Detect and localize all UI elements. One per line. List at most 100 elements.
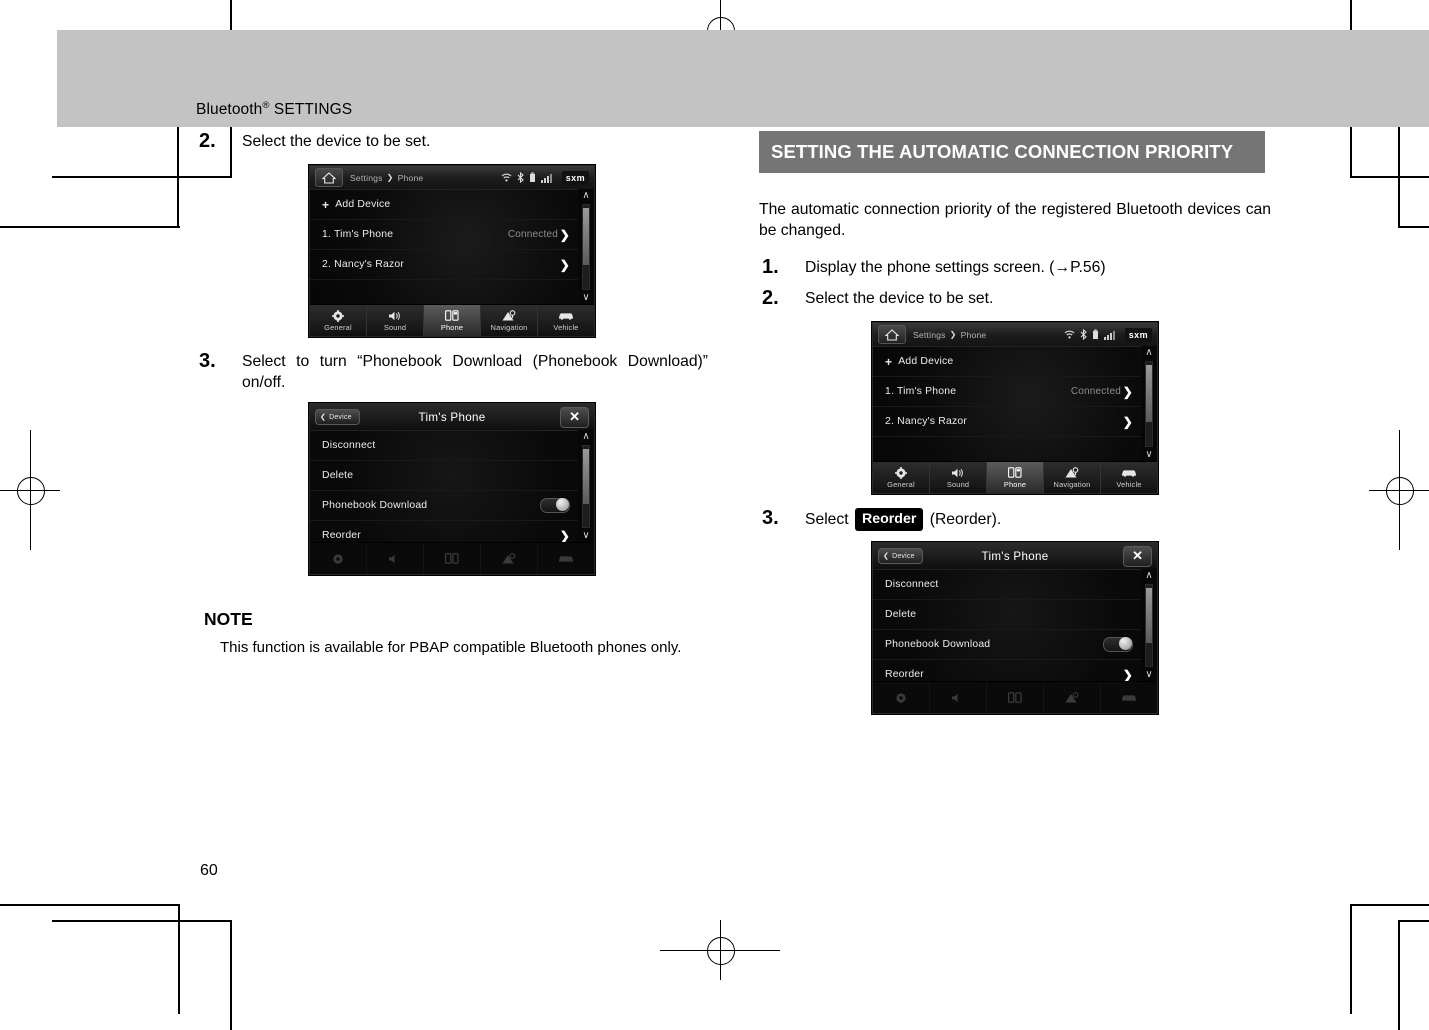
tab-sound[interactable]: Sound — [366, 305, 423, 336]
scroll-up-icon[interactable]: ∧ — [582, 432, 589, 442]
chevron-right-icon: ❯ — [1122, 667, 1133, 682]
phone-icon — [1008, 691, 1022, 704]
tab-general[interactable] — [873, 682, 929, 713]
device-list-screenshot-right-wrap: Settings ❯ Phone sxm + Add Device 1. Tim… — [759, 322, 1271, 494]
scroll-down-icon[interactable]: ∨ — [1145, 670, 1152, 680]
list-item-disconnect[interactable]: Disconnect — [873, 569, 1141, 600]
registration-mark-bottom — [660, 920, 780, 980]
tab-navigation[interactable] — [480, 543, 537, 574]
battery-icon — [529, 172, 535, 182]
close-icon[interactable]: ✕ — [560, 406, 589, 428]
scroll-down-icon[interactable]: ∨ — [1145, 450, 1152, 460]
scrollbar[interactable]: ∧ ∨ — [578, 430, 594, 543]
list-item-disconnect[interactable]: Disconnect — [310, 430, 578, 461]
tab-vehicle[interactable] — [1100, 682, 1157, 713]
list-item-label: Disconnect — [322, 440, 376, 451]
tab-vehicle[interactable]: Vehicle — [537, 305, 594, 336]
scrollbar-track[interactable] — [1145, 584, 1153, 667]
chevron-right-icon: ❯ — [1122, 414, 1133, 429]
home-icon[interactable] — [878, 325, 906, 344]
scroll-down-icon[interactable]: ∨ — [582, 531, 589, 541]
scrollbar-track[interactable] — [582, 445, 590, 528]
step-text-pre: Select — [805, 511, 853, 528]
scrollbar[interactable]: ∧ ∨ — [1141, 569, 1157, 682]
plus-icon: + — [322, 197, 330, 212]
registration-mark-left — [0, 430, 60, 550]
step-right-2: 2. Select the device to be set. — [759, 287, 1271, 312]
list-item-device-2[interactable]: 2. Nancy's Razor ❯ — [310, 250, 578, 280]
list-item-device-1[interactable]: 1. Tim's Phone Connected ❯ — [310, 220, 578, 250]
step-left-1: 2. Select the device to be set. — [196, 130, 708, 155]
home-icon[interactable] — [315, 168, 343, 187]
tab-phone[interactable]: Phone — [986, 462, 1043, 493]
phone-icon — [445, 309, 459, 322]
list-item-label: 1. Tim's Phone — [885, 386, 957, 397]
phonebook-download-toggle[interactable] — [540, 498, 570, 513]
list-item-phonebook-download[interactable]: Phonebook Download — [873, 630, 1141, 660]
device-list-screenshot-right: Settings ❯ Phone sxm + Add Device 1. Tim… — [872, 322, 1158, 494]
list-item-add-device[interactable]: + Add Device — [873, 346, 1141, 377]
signal-icon — [1103, 330, 1115, 340]
list-item-delete[interactable]: Delete — [873, 600, 1141, 630]
tab-vehicle[interactable] — [537, 543, 594, 574]
reorder-keycap[interactable]: Reorder — [854, 508, 924, 531]
tab-navigation[interactable] — [1043, 682, 1100, 713]
sxm-logo: sxm — [1124, 327, 1152, 342]
scrollbar-track[interactable] — [1145, 361, 1153, 447]
list-item-label: Reorder — [322, 530, 361, 541]
tab-sound[interactable] — [366, 543, 423, 574]
tab-sound[interactable] — [929, 682, 986, 713]
scroll-up-icon[interactable]: ∧ — [1145, 348, 1152, 358]
scroll-down-icon[interactable]: ∨ — [582, 293, 589, 303]
tab-label: Sound — [383, 323, 407, 332]
list-item-phonebook-download[interactable]: Phonebook Download — [310, 491, 578, 521]
list-item-label: 2. Nancy's Razor — [885, 416, 967, 427]
tab-phone[interactable] — [423, 543, 480, 574]
close-icon[interactable]: ✕ — [1123, 545, 1152, 567]
tab-phone[interactable] — [986, 682, 1043, 713]
scrollbar[interactable]: ∧ ∨ — [1141, 346, 1157, 462]
list-item-label: Reorder — [885, 669, 924, 680]
breadcrumb-leaf: Phone — [397, 172, 424, 183]
speaker-icon — [951, 691, 965, 704]
tab-label: Navigation — [1053, 480, 1091, 489]
scroll-up-icon[interactable]: ∧ — [1145, 571, 1152, 581]
tab-general[interactable]: General — [310, 305, 366, 336]
scrollbar-thumb[interactable] — [1146, 365, 1152, 423]
running-head-rest: SETTINGS — [269, 101, 353, 118]
status-bar: Settings ❯ Phone sxm — [310, 166, 594, 190]
intro-paragraph: The automatic connection priority of the… — [759, 201, 1271, 239]
list-item-delete[interactable]: Delete — [310, 461, 578, 491]
note-body: This function is available for PBAP comp… — [220, 639, 682, 656]
chevron-right-icon: ❯ — [559, 227, 570, 242]
tab-phone[interactable]: Phone — [423, 305, 480, 336]
speaker-icon — [388, 309, 402, 322]
scrollbar-track[interactable] — [582, 204, 590, 290]
chevron-right-icon: ❯ — [559, 528, 570, 543]
phonebook-download-toggle[interactable] — [1103, 637, 1133, 652]
scrollbar-thumb[interactable] — [583, 208, 589, 266]
gear-icon — [895, 466, 907, 479]
crop-mark-tr-h2 — [1398, 226, 1429, 228]
navigation-icon — [1065, 691, 1079, 704]
scroll-up-icon[interactable]: ∧ — [582, 191, 589, 201]
tab-navigation[interactable]: Navigation — [480, 305, 537, 336]
tab-vehicle[interactable]: Vehicle — [1100, 462, 1157, 493]
step-text-post: (Reorder). — [925, 511, 1002, 528]
plus-icon: + — [885, 354, 893, 369]
list-item-add-device[interactable]: + Add Device — [310, 189, 578, 220]
scrollbar-thumb[interactable] — [1146, 588, 1152, 644]
tab-general[interactable]: General — [873, 462, 929, 493]
device-list-screenshot-left: Settings ❯ Phone sxm + Add Device 1. Tim… — [309, 165, 595, 337]
tab-sound[interactable]: Sound — [929, 462, 986, 493]
scrollbar[interactable]: ∧ ∨ — [578, 189, 594, 305]
list-item-device-1[interactable]: 1. Tim's Phone Connected ❯ — [873, 377, 1141, 407]
list-item-device-2[interactable]: 2. Nancy's Razor ❯ — [873, 407, 1141, 437]
breadcrumb-separator-icon: ❯ — [949, 330, 957, 339]
tab-label: Sound — [946, 480, 970, 489]
scrollbar-thumb[interactable] — [583, 449, 589, 505]
tab-general[interactable] — [310, 543, 366, 574]
breadcrumb-root: Settings — [913, 329, 946, 340]
tab-navigation[interactable]: Navigation — [1043, 462, 1100, 493]
device-list: + Add Device 1. Tim's Phone Connected ❯ … — [873, 346, 1157, 462]
